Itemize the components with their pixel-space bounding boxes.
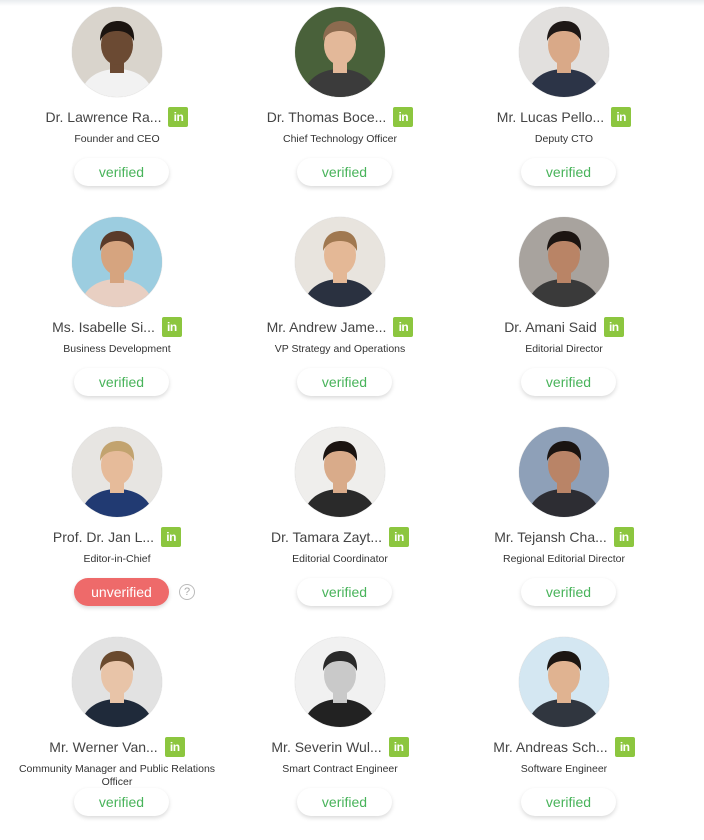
avatar	[72, 637, 162, 727]
member-role: Deputy CTO	[534, 133, 594, 145]
member-role: Regional Editorial Director	[503, 553, 625, 565]
name-row: Mr. Andreas Sch... in	[452, 736, 676, 758]
team-member-card: Mr. Werner Van... in Community Manager and…	[5, 630, 229, 840]
verified-badge[interactable]: verified	[297, 578, 392, 606]
verified-badge[interactable]: verified	[74, 788, 169, 816]
avatar	[295, 7, 385, 97]
verified-badge[interactable]: verified	[521, 158, 616, 186]
member-role: Editorial Director	[525, 343, 603, 355]
avatar	[519, 7, 609, 97]
name-row: Mr. Werner Van... in	[5, 736, 229, 758]
team-member-card: Mr. Andreas Sch... in Software Engineer ver…	[452, 630, 676, 840]
linkedin-icon[interactable]: in	[388, 737, 409, 757]
linkedin-icon[interactable]: in	[611, 107, 632, 127]
linkedin-icon[interactable]: in	[168, 107, 189, 127]
avatar	[295, 427, 385, 517]
avatar	[72, 427, 162, 517]
member-name: Mr. Severin Wul...	[271, 739, 382, 755]
verified-badge[interactable]: verified	[74, 158, 169, 186]
avatar	[519, 637, 609, 727]
linkedin-icon[interactable]: in	[614, 737, 635, 757]
member-name: Mr. Werner Van...	[49, 739, 158, 755]
team-member-card: Ms. Isabelle Si... in Business Development…	[5, 210, 229, 420]
member-name: Ms. Isabelle Si...	[52, 319, 155, 335]
name-row: Dr. Amani Said in	[452, 316, 676, 338]
member-role: Business Development	[63, 343, 171, 355]
verified-badge[interactable]: verified	[521, 788, 616, 816]
linkedin-icon[interactable]: in	[613, 527, 634, 547]
avatar	[72, 217, 162, 307]
linkedin-icon[interactable]: in	[161, 527, 182, 547]
verified-badge[interactable]: verified	[521, 578, 616, 606]
linkedin-icon[interactable]: in	[393, 107, 414, 127]
name-row: Dr. Tamara Zayt... in	[228, 526, 452, 548]
linkedin-icon[interactable]: in	[389, 527, 409, 547]
unverified-badge[interactable]: unverified	[74, 578, 169, 606]
name-row: Mr. Andrew Jame... in	[228, 316, 452, 338]
team-member-card: Mr. Severin Wul... in Smart Contract Engin…	[228, 630, 452, 840]
verified-badge[interactable]: verified	[297, 788, 392, 816]
name-row: Dr. Lawrence Ra... in	[5, 106, 229, 128]
team-member-card: Dr. Thomas Boce... in Chief Technology Off…	[228, 0, 452, 210]
team-member-card: Mr. Andrew Jame... in VP Strategy and Oper…	[228, 210, 452, 420]
verified-badge[interactable]: verified	[297, 368, 392, 396]
verified-badge[interactable]: verified	[297, 158, 392, 186]
member-role: Smart Contract Engineer	[282, 763, 398, 775]
name-row: Mr. Severin Wul... in	[228, 736, 452, 758]
team-member-card: Dr. Lawrence Ra... in Founder and CEO verif…	[5, 0, 229, 210]
name-row: Prof. Dr. Jan L... in	[5, 526, 229, 548]
team-member-card: Dr. Amani Said in Editorial Director verifi…	[452, 210, 676, 420]
member-role: Software Engineer	[520, 763, 608, 775]
linkedin-icon[interactable]: in	[164, 737, 185, 757]
verified-badge[interactable]: verified	[521, 368, 616, 396]
avatar	[295, 217, 385, 307]
name-row: Mr. Lucas Pello... in	[452, 106, 676, 128]
member-name: Mr. Tejansh Cha...	[494, 529, 607, 545]
member-name: Dr. Amani Said	[504, 319, 597, 335]
team-member-card: Dr. Tamara Zayt... in Editorial Coordinato…	[228, 420, 452, 630]
name-row: Ms. Isabelle Si... in	[5, 316, 229, 338]
member-name: Dr. Lawrence Ra...	[45, 109, 162, 125]
avatar	[519, 427, 609, 517]
member-role: Editor-in-Chief	[83, 553, 151, 565]
member-role: Editorial Coordinator	[292, 553, 388, 565]
member-role: Community Manager and Public Relations O…	[18, 763, 216, 788]
member-name: Dr. Tamara Zayt...	[271, 529, 382, 545]
avatar	[72, 7, 162, 97]
member-name: Mr. Andreas Sch...	[493, 739, 608, 755]
member-role: Founder and CEO	[74, 133, 160, 145]
verified-badge[interactable]: verified	[74, 368, 169, 396]
avatar	[295, 637, 385, 727]
member-name: Dr. Thomas Boce...	[266, 109, 387, 125]
team-member-card: Mr. Lucas Pello... in Deputy CTO verified	[452, 0, 676, 210]
member-name: Mr. Andrew Jame...	[266, 319, 387, 335]
help-icon[interactable]: ?	[179, 584, 195, 600]
member-role: VP Strategy and Operations	[274, 343, 406, 355]
avatar	[519, 217, 609, 307]
linkedin-icon[interactable]: in	[161, 317, 182, 337]
member-name: Prof. Dr. Jan L...	[52, 529, 155, 545]
linkedin-icon[interactable]: in	[393, 317, 414, 337]
linkedin-icon[interactable]: in	[603, 317, 624, 337]
name-row: Mr. Tejansh Cha... in	[452, 526, 676, 548]
member-name: Mr. Lucas Pello...	[496, 109, 605, 125]
team-member-card: Mr. Tejansh Cha... in Regional Editorial D…	[452, 420, 676, 630]
name-row: Dr. Thomas Boce... in	[228, 106, 452, 128]
team-member-card: Prof. Dr. Jan L... in Editor-in-Chief unver…	[5, 420, 229, 630]
member-role: Chief Technology Officer	[282, 133, 397, 145]
